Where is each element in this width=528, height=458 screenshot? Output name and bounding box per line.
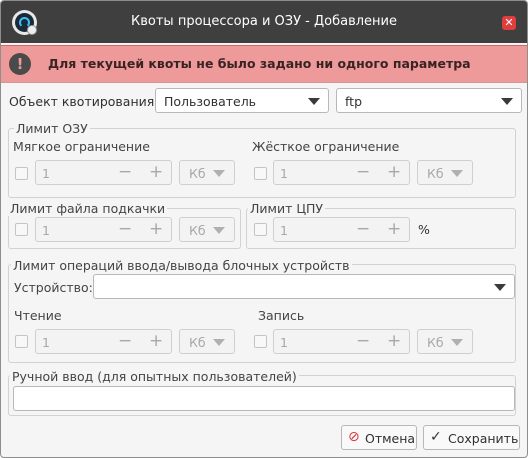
chevron-down-icon	[501, 98, 513, 105]
cancel-button-label: Отмена	[365, 431, 416, 446]
save-button-label: Сохранить	[448, 431, 519, 446]
write-limit-value: 1	[280, 335, 288, 350]
object-name-value: ftp	[345, 94, 363, 109]
chevron-down-icon	[213, 339, 225, 346]
write-limit-unit: Кб	[427, 335, 444, 350]
hard-limit-spinbox[interactable]: 1 − +	[273, 160, 410, 185]
swap-limit-checkbox[interactable]	[15, 223, 28, 236]
hard-limit-checkbox[interactable]	[254, 167, 267, 180]
cpu-limit-checkbox[interactable]	[254, 223, 267, 236]
soft-limit-value: 1	[42, 166, 50, 181]
quota-object-label: Объект квотирования:	[9, 94, 159, 109]
cpu-limit-title: Лимит ЦПУ	[248, 201, 326, 216]
read-limit-checkbox[interactable]	[15, 335, 28, 348]
hard-limit-value: 1	[280, 166, 288, 181]
plus-icon[interactable]: +	[149, 162, 163, 182]
device-select[interactable]	[93, 274, 515, 299]
hard-limit-unit: Кб	[427, 166, 444, 181]
write-limit-checkbox[interactable]	[254, 335, 267, 348]
cpu-limit-spinbox[interactable]: 1 − +	[273, 217, 410, 242]
warning-text: Для текущей квоты не было задано ни одно…	[48, 56, 471, 71]
plus-icon[interactable]: +	[387, 219, 401, 239]
swap-limit-spinbox[interactable]: 1 − +	[35, 217, 172, 242]
cancel-icon: ⊘	[348, 429, 360, 445]
read-limit-unit-select[interactable]: Кб	[179, 329, 235, 354]
dialog-window: Квоты процессора и ОЗУ - Добавление ✕ ! …	[0, 0, 528, 458]
manual-input-field[interactable]	[13, 386, 515, 411]
plus-icon[interactable]: +	[149, 331, 163, 351]
soft-limit-checkbox[interactable]	[15, 167, 28, 180]
save-button[interactable]: ✓ Сохранить	[423, 425, 520, 450]
manual-input-title: Ручной ввод (для опытных пользователей)	[10, 369, 299, 384]
hard-limit-unit-select[interactable]: Кб	[417, 160, 473, 185]
plus-icon[interactable]: +	[149, 219, 163, 239]
read-limit-unit: Кб	[189, 335, 206, 350]
object-type-value: Пользователь	[164, 94, 257, 109]
minus-icon[interactable]: −	[118, 219, 132, 239]
window-title: Квоты процессора и ОЗУ - Добавление	[131, 14, 397, 29]
plus-icon[interactable]: +	[387, 162, 401, 182]
read-limit-value: 1	[42, 335, 50, 350]
warning-banner: ! Для текущей квоты не было задано ни од…	[1, 45, 527, 83]
swap-limit-unit-select[interactable]: Кб	[179, 217, 235, 242]
chevron-down-icon	[451, 170, 463, 177]
cpu-limit-unit: %	[418, 222, 430, 237]
cpu-limit-value: 1	[280, 223, 288, 238]
chevron-down-icon	[494, 284, 506, 291]
chevron-down-icon	[213, 227, 225, 234]
write-limit-unit-select[interactable]: Кб	[417, 329, 473, 354]
object-name-select[interactable]: ftp	[336, 88, 522, 113]
swap-limit-title: Лимит файла подкачки	[8, 201, 168, 216]
minus-icon[interactable]: −	[356, 219, 370, 239]
minus-icon[interactable]: −	[356, 162, 370, 182]
read-limit-spinbox[interactable]: 1 − +	[35, 329, 172, 354]
exclamation-icon: !	[9, 53, 31, 75]
soft-limit-label: Мягкое ограничение	[13, 139, 150, 154]
soft-limit-spinbox[interactable]: 1 − +	[35, 160, 172, 185]
title-bar: Квоты процессора и ОЗУ - Добавление ✕	[1, 1, 527, 43]
minus-icon[interactable]: −	[118, 162, 132, 182]
io-limit-title: Лимит операций ввода/вывода блочных устр…	[11, 258, 352, 273]
swap-limit-value: 1	[42, 223, 50, 238]
plus-icon[interactable]: +	[387, 331, 401, 351]
object-type-select[interactable]: Пользователь	[155, 88, 329, 113]
device-label: Устройство:	[14, 280, 93, 295]
minus-icon[interactable]: −	[356, 331, 370, 351]
read-limit-label: Чтение	[14, 308, 62, 323]
chevron-down-icon	[213, 170, 225, 177]
chevron-down-icon	[451, 339, 463, 346]
swap-limit-unit: Кб	[189, 223, 206, 238]
write-limit-spinbox[interactable]: 1 − +	[273, 329, 410, 354]
chevron-down-icon	[308, 98, 320, 105]
checkmark-icon: ✓	[430, 429, 442, 445]
minus-icon[interactable]: −	[118, 331, 132, 351]
soft-limit-unit-select[interactable]: Кб	[179, 160, 235, 185]
soft-limit-unit: Кб	[189, 166, 206, 181]
close-icon[interactable]: ✕	[502, 16, 516, 30]
cancel-button[interactable]: ⊘ Отмена	[341, 425, 417, 450]
write-limit-label: Запись	[258, 308, 305, 323]
ram-limit-title: Лимит ОЗУ	[14, 121, 90, 136]
hard-limit-label: Жёсткое ограничение	[252, 139, 400, 154]
